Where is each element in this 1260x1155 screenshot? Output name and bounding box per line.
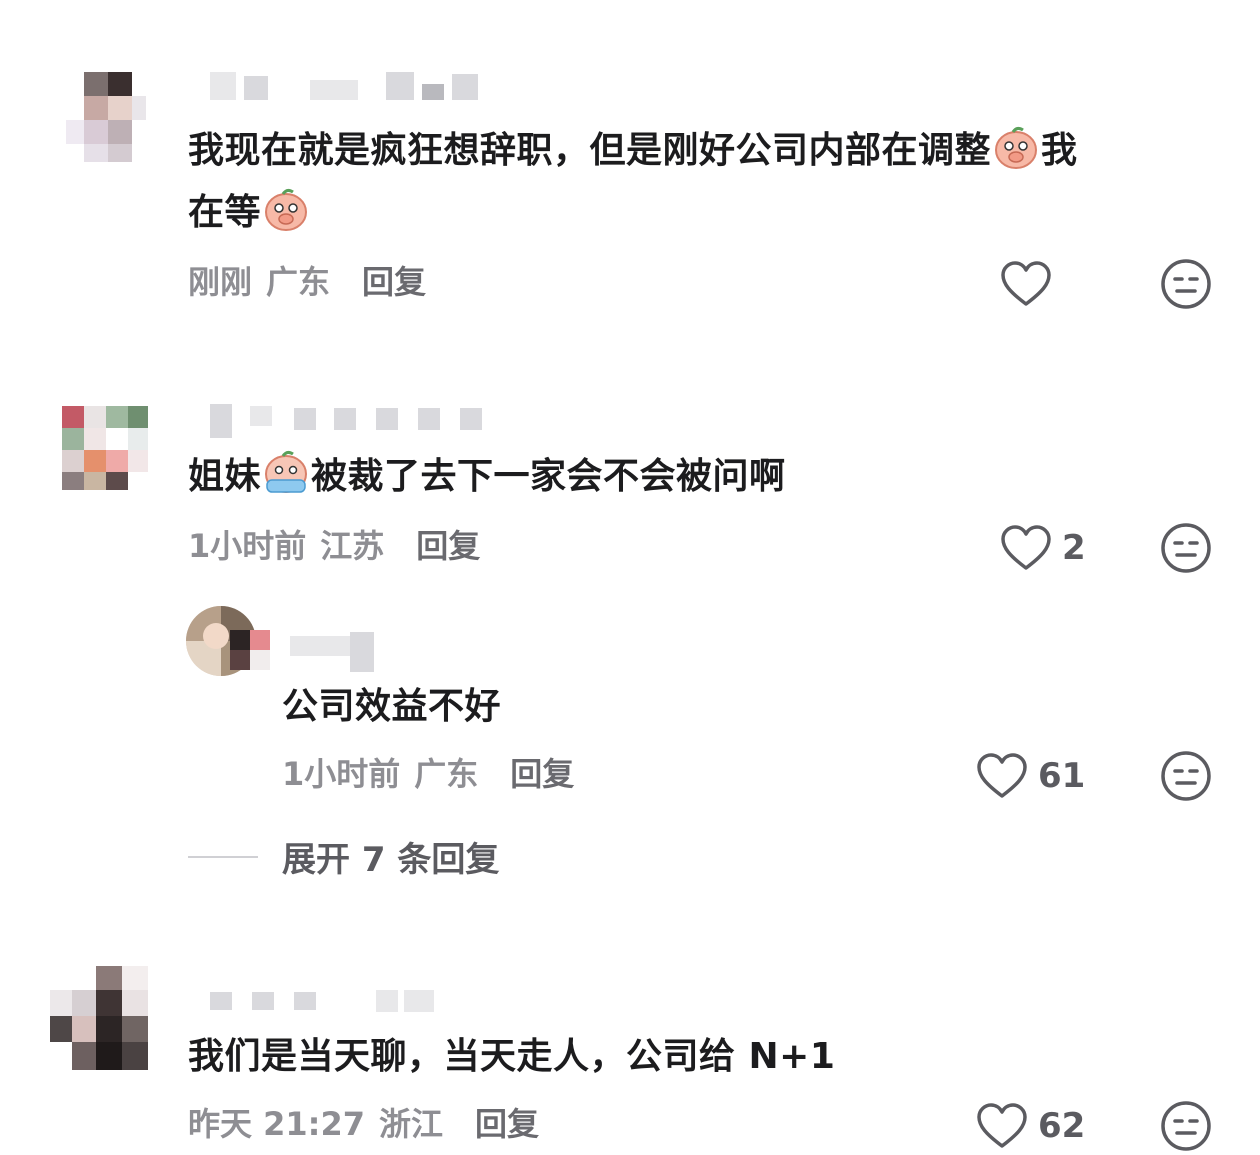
comment-location: 浙江 [379, 1105, 444, 1143]
like-button[interactable]: 62 [976, 1098, 1085, 1154]
comment-text: 我们是当天聊，当天走人，公司给 N+1 [188, 1036, 836, 1077]
neutral-face-icon[interactable] [1160, 1100, 1212, 1152]
comment-time: 昨天 21:27 [188, 1105, 366, 1143]
avatar-mosaic [48, 966, 158, 1076]
username-blurred[interactable] [190, 988, 490, 1016]
reply-button[interactable]: 回复 [475, 1105, 539, 1143]
comment-item: 我们是当天聊，当天走人，公司给 N+1 昨天 21:27 浙江 回复 62 [0, 0, 1260, 1155]
heart-outline-icon [977, 1103, 1027, 1148]
like-count: 62 [1038, 1106, 1086, 1146]
avatar[interactable] [48, 966, 158, 1076]
comment-meta: 昨天 21:27 浙江 回复 [188, 1104, 553, 1144]
